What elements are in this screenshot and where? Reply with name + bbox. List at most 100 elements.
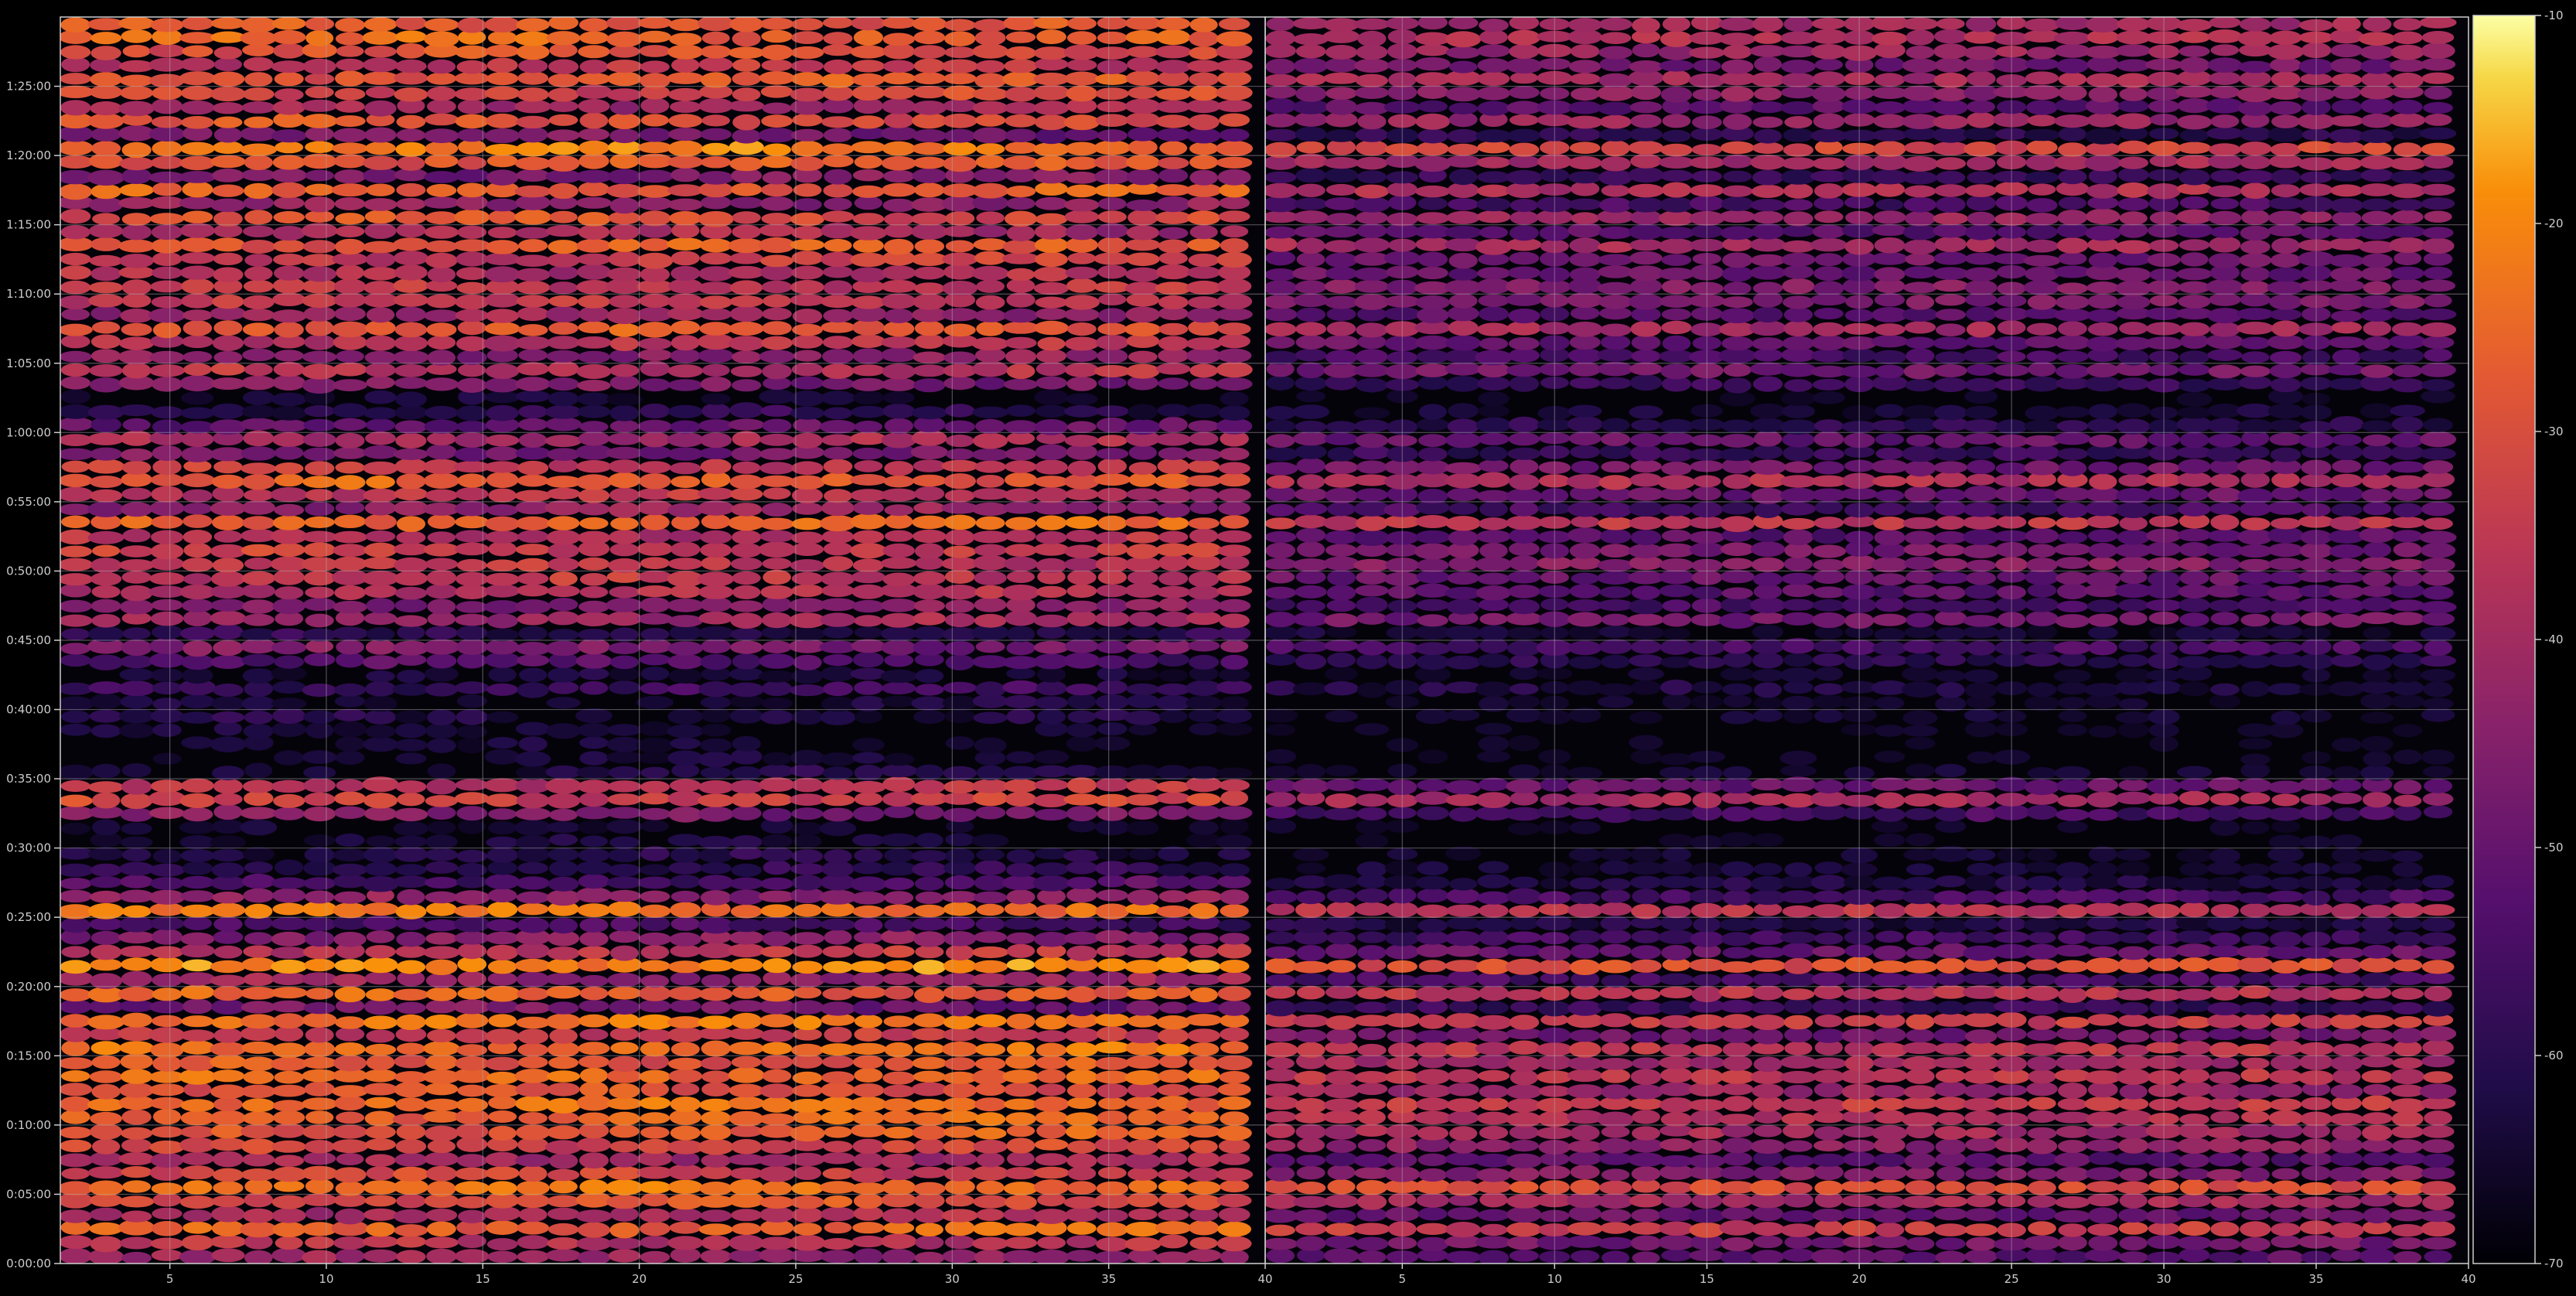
heat-cell: [1126, 292, 1160, 307]
heat-cell: [515, 599, 551, 614]
heat-cell: [150, 1237, 184, 1250]
heat-cell: [1476, 1054, 1511, 1069]
heat-cell: [914, 543, 944, 560]
heat-cell: [60, 1026, 91, 1042]
heat-cell: [548, 1001, 579, 1015]
heat-cell: [2175, 626, 2213, 642]
heat-cell: [943, 958, 977, 974]
heat-cell: [974, 460, 1006, 473]
heat-cell: [2363, 1151, 2392, 1166]
heat-cell: [2393, 794, 2422, 807]
heat-cell: [2332, 958, 2362, 974]
heat-cell: [90, 237, 122, 251]
heat-cell: [392, 683, 430, 696]
heat-cell: [274, 71, 304, 87]
heat-cell: [514, 958, 551, 973]
heat-cell: [944, 612, 975, 628]
heat-cell: [60, 503, 93, 516]
heat-cell: [2421, 708, 2455, 722]
heat-cell: [426, 294, 457, 309]
heat-cell: [90, 184, 121, 200]
heat-cell: [609, 322, 640, 337]
heat-cell: [975, 60, 1005, 73]
heat-cell: [824, 1026, 852, 1043]
heat-cell: [943, 1082, 978, 1099]
heat-cell: [426, 444, 457, 460]
heat-cell: [1964, 708, 1998, 722]
heat-cell: [2392, 640, 2424, 653]
heat-cell: [729, 779, 763, 794]
heat-cell: [119, 1041, 155, 1055]
heat-cell: [213, 684, 244, 697]
heat-cell: [578, 1014, 610, 1028]
heat-cell: [546, 306, 582, 322]
heat-cell: [790, 239, 825, 251]
heat-cell: [273, 543, 305, 558]
heat-cell: [1964, 669, 1998, 683]
heat-cell: [1447, 1083, 1479, 1096]
heat-cell: [609, 101, 640, 115]
heat-cell: [241, 169, 276, 182]
heat-cell: [699, 322, 732, 336]
heat-cell: [943, 19, 976, 32]
heat-cell: [579, 1067, 609, 1083]
heat-cell: [241, 462, 277, 475]
heat-cell: [2240, 1028, 2271, 1041]
heat-cell: [975, 155, 1005, 169]
heat-cell: [606, 1097, 643, 1110]
heat-cell: [1906, 1028, 1935, 1043]
heat-cell: [759, 1014, 795, 1028]
heat-cell: [606, 611, 643, 626]
heat-cell: [762, 612, 793, 629]
heat-cell: [758, 128, 796, 143]
heat-cell: [60, 404, 93, 419]
heat-cell: [213, 639, 244, 657]
heat-cell: [516, 1124, 551, 1141]
heat-cell: [363, 998, 397, 1015]
heat-cell: [183, 1180, 213, 1195]
heat-cell: [2023, 917, 2061, 933]
heat-cell: [1186, 974, 1222, 986]
heat-cell: [2393, 779, 2422, 795]
heat-cell: [2086, 791, 2120, 808]
heat-cell: [87, 1166, 125, 1179]
heat-cell: [2178, 1221, 2211, 1236]
heat-cell: [1004, 59, 1038, 73]
heat-cell: [1510, 974, 1539, 986]
heat-cell: [1217, 70, 1252, 87]
heat-cell: [1219, 555, 1250, 570]
heat-cell: [486, 113, 520, 128]
heat-cell: [822, 336, 854, 350]
heat-cell: [515, 377, 551, 391]
heat-cell: [335, 750, 365, 765]
heat-cell: [2024, 653, 2060, 667]
heat-cell: [579, 573, 609, 586]
heat-cell: [2087, 1014, 2119, 1026]
heat-cell: [1296, 763, 1326, 779]
heat-cell: [1601, 974, 1630, 988]
heat-cell: [1186, 695, 1222, 711]
heat-cell: [484, 1083, 521, 1098]
heat-cell: [971, 530, 1009, 544]
heat-cell: [1033, 1166, 1070, 1179]
heat-cell: [517, 861, 548, 875]
heat-cell: [1933, 890, 1968, 905]
heat-cell: [1035, 308, 1068, 320]
heat-cell: [395, 723, 427, 738]
heat-cell: [1004, 472, 1038, 488]
heat-cell: [305, 73, 335, 85]
heat-cell: [1125, 306, 1161, 323]
heat-cell: [1721, 1124, 1754, 1138]
heat-cell: [90, 944, 122, 960]
heat-cell: [119, 254, 154, 268]
heat-cell: [670, 902, 701, 918]
heat-cell: [393, 988, 429, 1001]
heat-cell: [915, 1235, 944, 1250]
heat-cell: [1326, 1015, 1357, 1030]
heat-cell: [60, 434, 93, 446]
heat-cell: [881, 432, 916, 448]
heat-cell: [121, 487, 152, 500]
heat-cell: [92, 213, 121, 225]
heat-cell: [515, 446, 551, 460]
heat-cell: [1220, 1180, 1250, 1192]
